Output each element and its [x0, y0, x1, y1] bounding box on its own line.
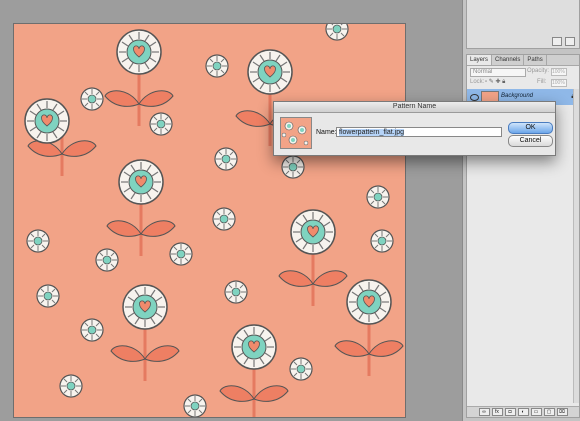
layers-panel-tabs: Layers Channels Paths: [467, 55, 579, 66]
document-canvas[interactable]: [14, 24, 405, 417]
trash-icon[interactable]: ⌧: [556, 408, 568, 416]
pattern-preview: [280, 117, 312, 149]
pattern-motifs: [24, 24, 405, 417]
new-item-icon[interactable]: [552, 37, 562, 46]
panel-dock: Layers Channels Paths Normal Opacity: 10…: [462, 0, 580, 421]
fill-field[interactable]: 100%: [551, 79, 567, 87]
blend-mode-select[interactable]: Normal: [470, 68, 526, 77]
flower-pattern: [24, 24, 405, 417]
lock-options-icon[interactable]: ▫ ✎ ✚ 🔒︎: [485, 79, 505, 86]
new-layer-icon[interactable]: ▢: [543, 408, 555, 416]
tab-paths[interactable]: Paths: [524, 55, 547, 65]
lock-label: Lock:: [470, 79, 485, 85]
folder-icon[interactable]: ▭: [530, 408, 542, 416]
pattern-name-dialog: Pattern Name Name: flowerpattern_flat.jp…: [273, 101, 556, 156]
fx-icon[interactable]: fx: [491, 408, 503, 416]
trash-icon[interactable]: [565, 37, 575, 46]
tab-layers[interactable]: Layers: [467, 55, 493, 65]
ok-button[interactable]: OK: [508, 122, 553, 134]
fill-label: Fill:: [537, 79, 547, 85]
mask-icon[interactable]: ◘: [504, 408, 516, 416]
eye-icon[interactable]: [470, 94, 479, 101]
cancel-button[interactable]: Cancel: [508, 135, 553, 147]
opacity-field[interactable]: 100%: [551, 68, 567, 76]
pattern-name-value: flowerpattern_flat.jpg: [339, 129, 404, 136]
layers-scrollbar[interactable]: [573, 89, 579, 403]
link-icon[interactable]: ∞: [478, 408, 490, 416]
layer-name: Background: [501, 93, 534, 99]
adjustment-icon[interactable]: ◐: [517, 408, 529, 416]
dialog-title: Pattern Name: [274, 102, 555, 113]
document-workspace: [0, 0, 462, 421]
tab-channels[interactable]: Channels: [492, 55, 525, 65]
name-label: Name:: [316, 129, 337, 136]
pattern-name-input[interactable]: flowerpattern_flat.jpg: [336, 127, 502, 137]
opacity-label: Opacity:: [527, 68, 550, 74]
layers-bottom-toolbar: ∞ fx ◘ ◐ ▭ ▢ ⌧: [467, 406, 579, 417]
upper-panel: [466, 0, 580, 49]
